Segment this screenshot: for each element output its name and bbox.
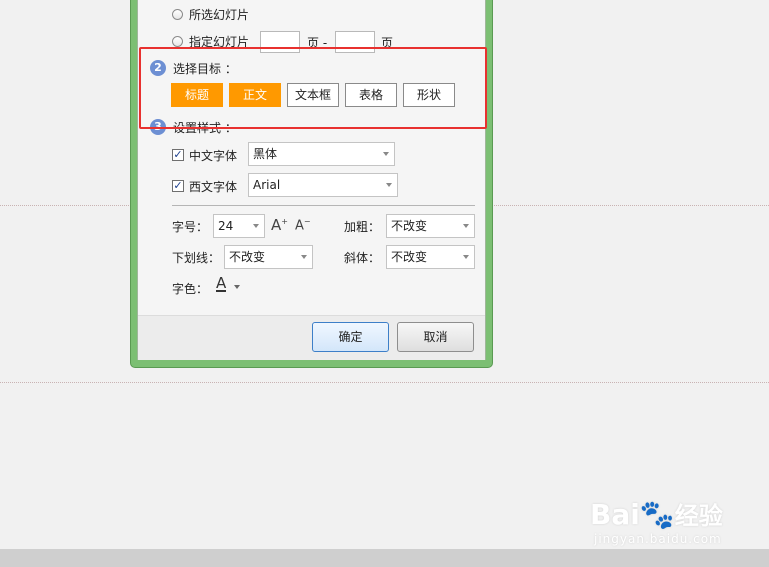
watermark-logo: Bai🐾经验 [590,498,723,531]
size-label: 字号： [172,220,209,234]
chinese-font-label: 中文字体 [189,149,238,163]
western-font-label: 西文字体 [189,180,238,194]
font-color-icon[interactable]: A [216,276,227,292]
cancel-button[interactable]: 取消 [397,322,474,352]
selected-slides-radio[interactable] [172,9,183,20]
size-value: 24 [218,219,234,233]
chevron-down-icon [383,152,389,156]
bold-value: 不改变 [391,219,428,233]
highlight-box [139,47,487,129]
chinese-font-checkbox[interactable]: ✓ [172,149,184,161]
chevron-down-icon[interactable] [234,285,240,289]
font-color-label: 字色： [172,282,209,296]
paw-icon: 🐾 [639,498,675,531]
size-select[interactable]: 24 [213,214,265,238]
chinese-font-value: 黑体 [253,147,278,161]
divider [172,205,475,206]
italic-value: 不改变 [391,250,428,264]
chevron-down-icon [386,183,392,187]
chevron-down-icon [463,224,469,228]
bold-label: 加粗： [344,220,381,234]
chinese-font-select[interactable]: 黑体 [248,142,395,166]
specified-slides-radio[interactable] [172,36,183,47]
bold-select[interactable]: 不改变 [386,214,475,238]
selected-slides-label: 所选幻灯片 [189,8,250,22]
chevron-down-icon [301,255,307,259]
underline-value: 不改变 [229,250,266,264]
slide-guide-line [0,382,769,383]
western-font-value: Arial [253,178,281,192]
chevron-down-icon [253,224,259,228]
western-font-checkbox[interactable]: ✓ [172,180,184,192]
underline-label: 下划线： [172,251,221,265]
italic-label: 斜体： [344,251,381,265]
western-font-select[interactable]: Arial [248,173,398,197]
underline-select[interactable]: 不改变 [224,245,313,269]
background-bottom-bar [0,549,769,567]
grow-font-icon[interactable]: A+ [271,216,288,234]
italic-select[interactable]: 不改变 [386,245,475,269]
watermark-url: jingyan.baidu.com [594,532,722,546]
ok-button[interactable]: 确定 [312,322,389,352]
shrink-font-icon[interactable]: A− [295,217,311,233]
chevron-down-icon [463,255,469,259]
